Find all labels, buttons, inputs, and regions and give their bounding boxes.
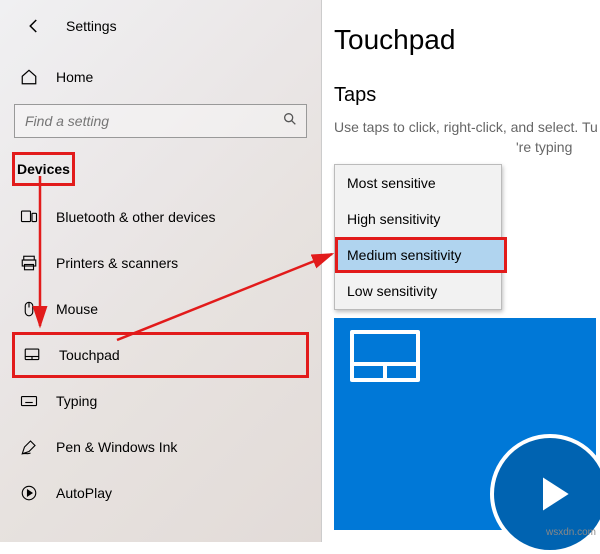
taps-description: Use taps to click, right-click, and sele… (334, 119, 600, 135)
touchpad-glyph-icon (350, 330, 420, 382)
sidebar-label: Typing (56, 393, 97, 409)
back-button[interactable] (18, 10, 50, 42)
watermark: wsxdn.com (546, 527, 596, 538)
dropdown-option-most[interactable]: Most sensitive (335, 165, 501, 201)
sidebar-label: Touchpad (59, 347, 120, 363)
keyboard-icon (18, 392, 40, 410)
sidebar-item-mouse[interactable]: Mouse (0, 286, 321, 332)
arrow-left-icon (25, 17, 43, 35)
sidebar-label: Printers & scanners (56, 255, 178, 271)
devices-icon (18, 208, 40, 226)
touchpad-icon (21, 346, 43, 364)
home-button[interactable]: Home (0, 60, 321, 94)
mouse-icon (18, 300, 40, 318)
dropdown-option-high[interactable]: High sensitivity (335, 201, 501, 237)
pen-icon (18, 438, 40, 456)
sidebar-label: Mouse (56, 301, 98, 317)
content-pane: Touchpad Taps Use taps to click, right-c… (322, 0, 600, 542)
sensitivity-dropdown[interactable]: Most sensitive High sensitivity Medium s… (334, 164, 502, 310)
sidebar-item-autoplay[interactable]: AutoPlay (0, 470, 321, 516)
search-icon (282, 111, 298, 132)
search-input[interactable] (25, 113, 282, 129)
sidebar-item-printers[interactable]: Printers & scanners (0, 240, 321, 286)
autoplay-icon (18, 484, 40, 502)
sidebar-label: Bluetooth & other devices (56, 209, 216, 225)
settings-sidebar: Settings Home Devices Bluetooth & other … (0, 0, 322, 542)
taps-description-2: 're typing (516, 139, 600, 155)
sidebar-item-touchpad[interactable]: Touchpad (12, 332, 309, 378)
printer-icon (18, 254, 40, 272)
sidebar-label: AutoPlay (56, 485, 112, 501)
page-title: Touchpad (334, 24, 600, 56)
sidebar-item-typing[interactable]: Typing (0, 378, 321, 424)
header: Settings (0, 0, 321, 60)
play-icon (532, 472, 576, 516)
sidebar-item-bluetooth[interactable]: Bluetooth & other devices (0, 194, 321, 240)
section-heading-taps: Taps (334, 84, 600, 107)
sidebar-label: Pen & Windows Ink (56, 439, 177, 455)
sidebar-item-pen[interactable]: Pen & Windows Ink (0, 424, 321, 470)
app-title: Settings (66, 18, 117, 34)
search-box[interactable] (14, 104, 307, 138)
dropdown-option-medium[interactable]: Medium sensitivity (335, 237, 507, 273)
home-label: Home (56, 69, 93, 85)
touchpad-video-thumbnail[interactable] (334, 318, 596, 530)
dropdown-option-low[interactable]: Low sensitivity (335, 273, 501, 309)
section-heading-devices: Devices (12, 152, 75, 186)
home-icon (18, 68, 40, 86)
